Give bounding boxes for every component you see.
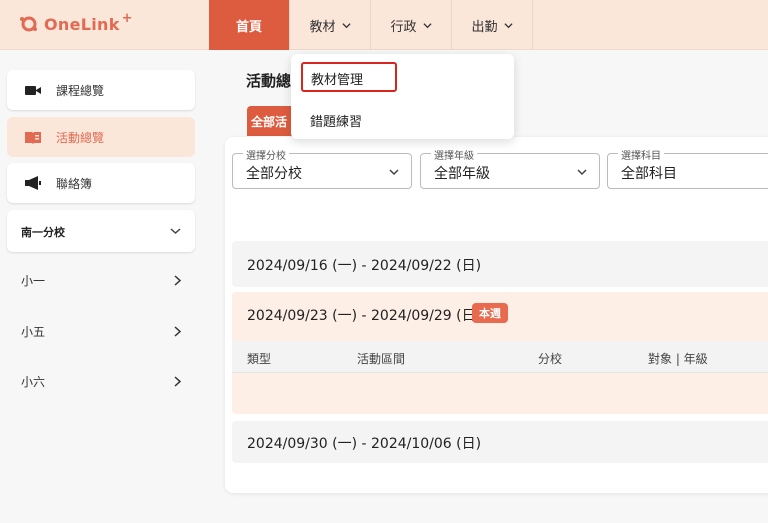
column-header-target-grade: 對象 | 年級	[648, 352, 708, 366]
current-week-badge: 本週	[472, 303, 508, 323]
video-camera-icon	[25, 86, 41, 95]
grade-label: 小一	[21, 274, 46, 288]
menu-item-materials-management[interactable]: 教材管理	[301, 62, 397, 92]
menu-item-error-practice[interactable]: 錯題練習	[291, 103, 514, 135]
grade-filter-select[interactable]: 選擇年級 全部年級	[420, 147, 600, 189]
nav-materials-label: 教材	[309, 19, 336, 35]
week-row-current[interactable]: 2024/09/23 (一) - 2024/09/29 (日) 本週 類型 活動…	[232, 292, 768, 414]
top-bar: OneLink + 首頁 教材 行政 出勤	[0, 0, 768, 50]
grade-label: 小六	[21, 375, 46, 389]
grade-item-5[interactable]: 小五	[7, 316, 195, 346]
menu-item-label: 教材管理	[311, 73, 364, 88]
main-nav: 首頁 教材 行政 出勤	[209, 0, 533, 50]
materials-dropdown-menu: 教材管理 錯題練習	[291, 54, 514, 139]
week-range: 2024/09/30 (一) - 2024/10/06 (日)	[247, 436, 482, 452]
column-header-period: 活動區間	[357, 352, 406, 366]
sidebar-item-contact-book[interactable]: 聯絡簿	[7, 163, 195, 203]
sidebar-item-label: 活動總覽	[56, 130, 105, 145]
chevron-right-icon	[174, 275, 181, 286]
menu-item-label: 錯題練習	[310, 115, 363, 130]
chevron-right-icon	[174, 376, 181, 387]
book-icon	[25, 132, 41, 144]
sidebar-item-label: 聯絡簿	[56, 176, 93, 191]
megaphone-icon	[25, 176, 41, 190]
chevron-down-icon	[503, 22, 513, 28]
nav-materials[interactable]: 教材	[290, 0, 371, 50]
branch-selector[interactable]: 南一分校	[7, 210, 195, 252]
branch-filter-select[interactable]: 選擇分校 全部分校	[232, 147, 412, 189]
chevron-down-icon	[389, 169, 399, 176]
select-legend: 選擇年級	[431, 147, 477, 162]
nav-admin-label: 行政	[390, 19, 417, 35]
column-header-type: 類型	[247, 352, 272, 366]
tab-all-activities[interactable]: 全部活	[247, 106, 297, 136]
onelink-logo-icon	[20, 16, 37, 32]
brand-plus: +	[121, 10, 133, 26]
chevron-down-icon	[170, 228, 181, 235]
subject-filter-select[interactable]: 選擇科目 全部科目	[607, 147, 768, 189]
page-title: 活動總	[246, 72, 292, 90]
activity-table-header: 類型 活動區間 分校 對象 | 年級	[232, 341, 768, 373]
onelink-logo[interactable]: OneLink +	[18, 10, 133, 36]
sidebar-item-course-overview[interactable]: 課程總覽	[7, 70, 195, 110]
chevron-down-icon	[577, 169, 587, 176]
week-row-0916[interactable]: 2024/09/16 (一) - 2024/09/22 (日)	[232, 241, 768, 287]
nav-attendance[interactable]: 出勤	[452, 0, 533, 50]
nav-attendance-label: 出勤	[471, 19, 498, 35]
nav-home[interactable]: 首頁	[209, 0, 290, 50]
chevron-down-icon	[341, 22, 351, 28]
brand-name: OneLink	[44, 14, 120, 34]
week-row-0930[interactable]: 2024/09/30 (一) - 2024/10/06 (日)	[232, 421, 768, 463]
grade-item-6[interactable]: 小六	[7, 366, 195, 396]
select-value: 全部年級	[434, 166, 490, 182]
sidebar: 課程總覽 活動總覽 聯絡簿 南一分校 小一 小五 小六	[0, 51, 210, 523]
sidebar-item-activity-overview[interactable]: 活動總覽	[7, 117, 195, 157]
select-legend: 選擇分校	[243, 147, 289, 162]
week-range: 2024/09/16 (一) - 2024/09/22 (日)	[247, 258, 482, 274]
grade-label: 小五	[21, 325, 46, 339]
week-range: 2024/09/23 (一) - 2024/09/29 (日)	[247, 308, 482, 324]
branch-label: 南一分校	[21, 226, 65, 239]
chevron-right-icon	[174, 326, 181, 337]
select-value: 全部科目	[621, 166, 677, 182]
column-header-branch: 分校	[538, 352, 563, 366]
nav-admin[interactable]: 行政	[371, 0, 452, 50]
chevron-down-icon	[422, 22, 432, 28]
select-legend: 選擇科目	[618, 147, 664, 162]
grade-item-1[interactable]: 小一	[7, 265, 195, 295]
sidebar-item-label: 課程總覽	[56, 83, 105, 98]
select-value: 全部分校	[246, 166, 302, 182]
nav-home-label: 首頁	[235, 19, 262, 35]
